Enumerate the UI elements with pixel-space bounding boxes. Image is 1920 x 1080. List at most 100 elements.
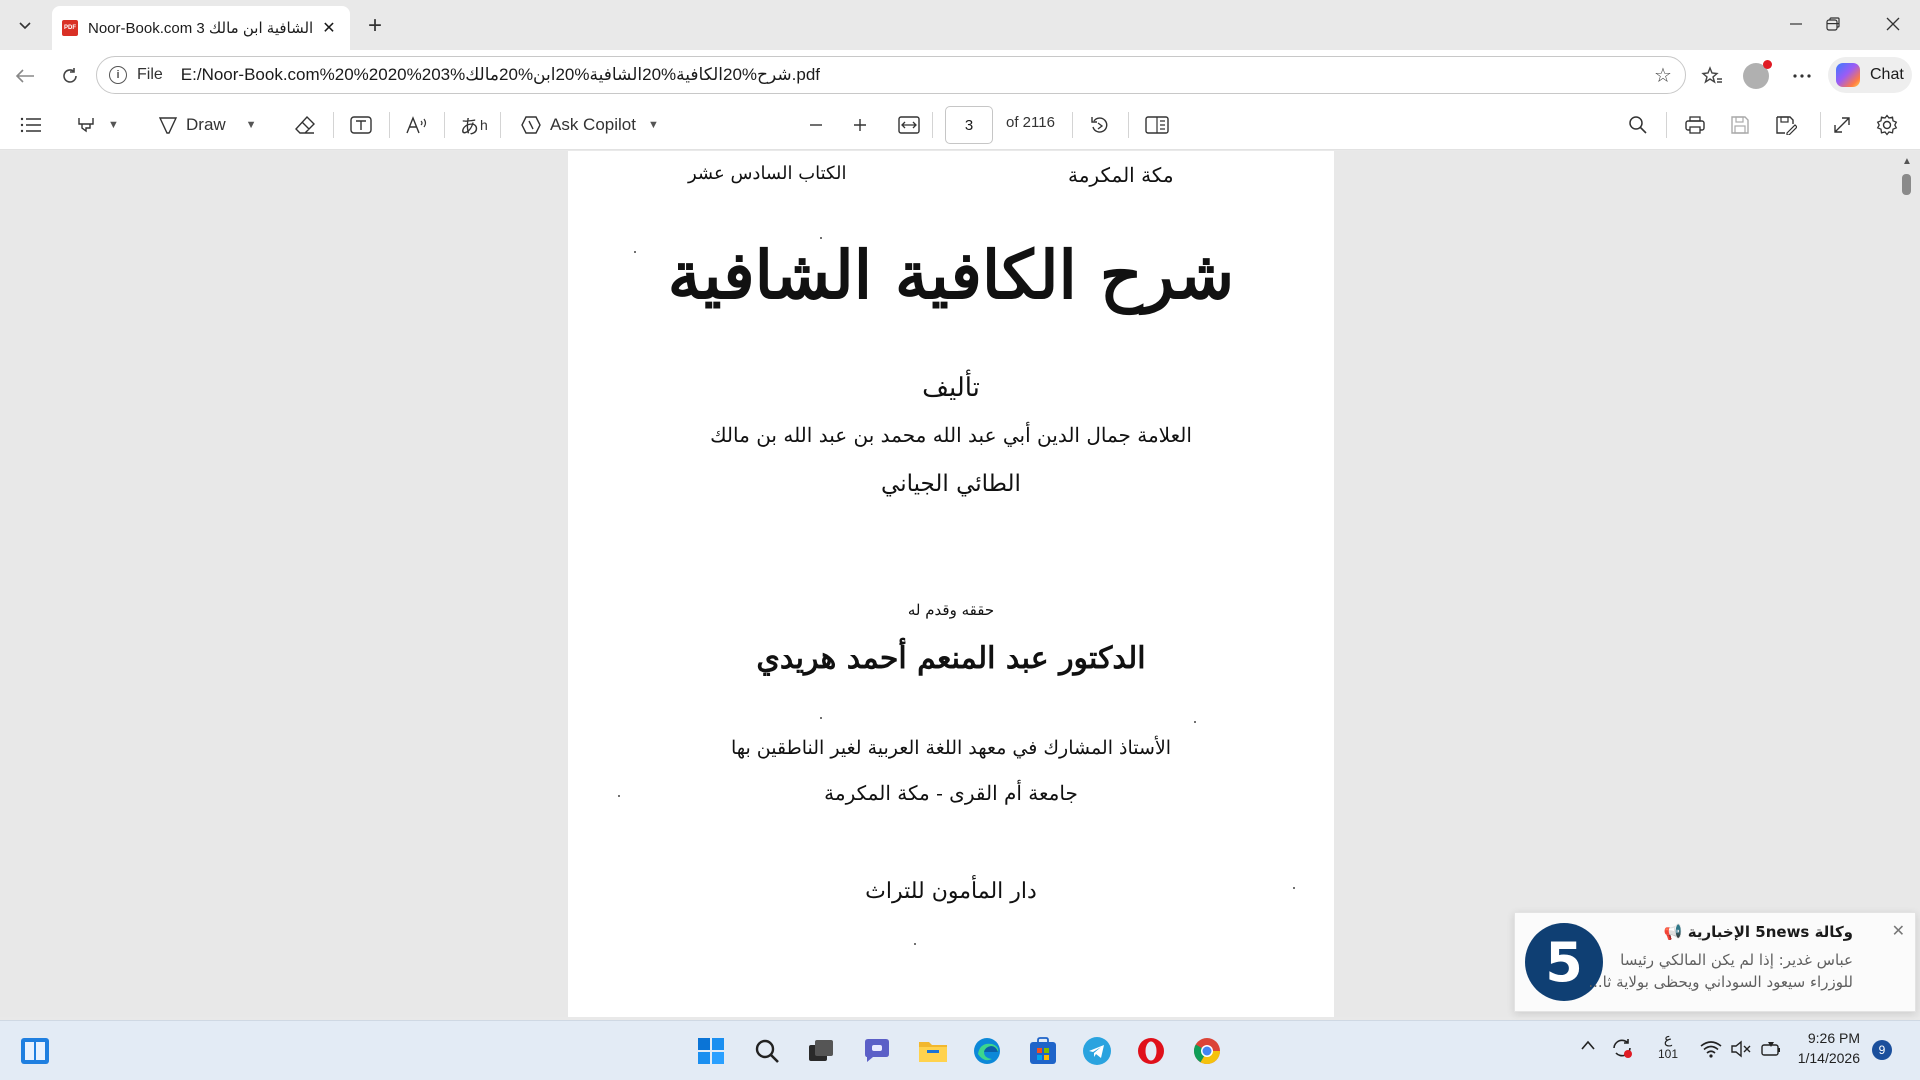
widgets-icon[interactable] [18,1034,52,1068]
url-text[interactable]: E:/Noor-Book.com%20%2020%203%شرح%20الكاف… [181,65,1649,85]
more-options-icon[interactable] [1786,62,1818,90]
toolbar-divider [932,112,933,138]
ask-copilot-label: Ask Copilot [550,115,636,134]
copilot-logo-icon [1836,63,1860,87]
copilot-chat-label: Chat [1870,66,1904,83]
draw-label: Draw [186,115,226,134]
author-line-1: العلامة جمال الدين أبي عبد الله محمد بن … [710,423,1192,447]
read-aloud-icon[interactable] [405,110,429,140]
input-language-code: 101 [1657,1047,1679,1061]
contents-list-icon[interactable] [20,110,42,140]
toolbar-divider [1820,112,1821,138]
fullscreen-expand-icon[interactable] [1832,110,1852,140]
scan-speck [914,943,916,945]
page-count-label: of 2116 [1006,114,1055,131]
toolbar-divider [1666,112,1667,138]
save-as-icon[interactable] [1775,110,1797,140]
copilot-chat-button[interactable]: Chat [1828,57,1912,93]
file-scheme-label: File [137,66,163,83]
new-tab-button[interactable]: + [360,11,390,41]
editor-university: جامعة أم القرى - مكة المكرمة [824,781,1078,805]
opera-browser-icon[interactable] [1134,1034,1168,1068]
site-info-icon[interactable]: i [109,66,127,84]
notification-body-line-1: عباس غدير: إذا لم يكن المالكي رئيسا [1620,951,1853,969]
wifi-icon[interactable] [1700,1040,1722,1061]
tab-close-icon[interactable]: ✕ [318,17,340,39]
highlighter-icon [78,118,94,133]
scan-speck [618,795,620,797]
tab-actions-chevron-icon[interactable] [8,9,42,41]
page-view-icon[interactable] [1145,110,1169,140]
back-arrow-icon[interactable] [9,62,41,90]
taskbar-search-icon[interactable] [750,1034,784,1068]
book-title: شرح الكافية الشافية [667,236,1235,314]
scrollbar-thumb[interactable] [1902,174,1911,195]
ask-copilot-button[interactable]: Ask Copilot ▼ [520,110,659,140]
ask-copilot-chevron-icon[interactable]: ▼ [648,119,659,131]
start-windows-icon[interactable] [694,1034,728,1068]
publisher-name: دار المأمون للتراث [865,879,1037,904]
draw-chevron-icon[interactable]: ▼ [246,119,257,131]
volume-muted-icon[interactable] [1730,1040,1752,1061]
zoom-out-icon[interactable] [808,110,824,140]
restore-window-icon[interactable] [1810,0,1856,48]
add-text-icon[interactable] [350,110,372,140]
pdf-page: الكتاب السادس عشر مكة المكرمة شرح الكافي… [568,151,1334,1017]
draw-tool-button[interactable]: Draw ▼ [158,110,257,140]
scan-speck [820,237,822,239]
file-explorer-icon[interactable] [916,1034,950,1068]
notification-source: وكالة 5news الإخبارية 📢 [1663,923,1853,941]
fit-to-width-icon[interactable] [898,110,920,140]
edge-browser-icon[interactable] [970,1034,1004,1068]
tab-active-pdf[interactable]: PDF Noor-Book.com الشافية ابن مالك 3 ✕ [52,6,350,50]
toolbar-divider [444,112,445,138]
toolbar-divider [389,112,390,138]
scan-speck [634,251,636,253]
tab-title: Noor-Book.com الشافية ابن مالك 3 [88,20,314,37]
notification-count-badge[interactable]: 9 [1872,1040,1892,1060]
scroll-up-arrow-icon[interactable]: ▲ [1898,156,1916,168]
address-input[interactable]: i File E:/Noor-Book.com%20%2020%203%شرح%… [96,56,1686,94]
telegram-icon[interactable] [1080,1034,1114,1068]
page-number-input[interactable]: 3 [945,106,993,144]
header-left-text: الكتاب السادس عشر [688,163,847,184]
search-icon[interactable] [1628,110,1648,140]
authorship-label: تأليف [922,373,980,403]
translate-icon[interactable]: あh [460,110,488,140]
task-view-icon[interactable] [804,1034,838,1068]
eraser-icon[interactable] [294,110,316,140]
input-language-label: ع [1663,1030,1673,1046]
profile-notification-dot [1763,60,1772,69]
favorites-list-icon[interactable] [1696,62,1728,90]
toolbar-divider [1072,112,1073,138]
refresh-icon[interactable] [54,62,86,90]
scan-speck [1194,721,1196,723]
chrome-browser-icon[interactable] [1190,1034,1224,1068]
save-disabled-icon[interactable] [1730,110,1750,140]
taskbar-clock-date[interactable]: 1/14/2026 [1770,1050,1860,1066]
microsoft-store-icon[interactable] [1026,1034,1060,1068]
favorite-star-icon[interactable]: ☆ [1649,63,1677,88]
print-icon[interactable] [1684,110,1706,140]
editor-title: الأستاذ المشارك في معهد اللغة العربية لغ… [730,737,1172,759]
notification-body-line-2: للوزراء سيعود السوداني ويحظى بولاية ثا..… [1588,973,1853,991]
highlight-chevron-icon[interactable]: ▼ [108,119,119,131]
author-line-2: الطائي الجياني [881,471,1021,497]
news-notification-toast[interactable]: 5 وكالة 5news الإخبارية 📢 عباس غدير: إذا… [1514,912,1916,1012]
zoom-in-icon[interactable] [852,110,868,140]
show-hidden-icons-chevron-icon[interactable] [1580,1038,1596,1054]
pdf-file-icon: PDF [62,20,78,36]
sync-status-icon[interactable] [1610,1036,1634,1063]
copilot-outline-icon [521,116,541,134]
highlight-tool-button[interactable]: ▼ [76,110,119,140]
close-window-icon[interactable] [1870,0,1916,48]
settings-gear-icon[interactable] [1876,110,1898,140]
scan-speck [820,717,822,719]
teams-chat-icon[interactable] [860,1034,894,1068]
scan-speck [1293,887,1295,889]
rotate-icon[interactable] [1090,110,1110,140]
notification-close-icon[interactable]: ✕ [1892,921,1905,941]
taskbar-clock-time[interactable]: 9:26 PM [1770,1030,1860,1046]
input-language-arabic[interactable]: ع 101 [1656,1030,1680,1061]
toolbar-divider [333,112,334,138]
